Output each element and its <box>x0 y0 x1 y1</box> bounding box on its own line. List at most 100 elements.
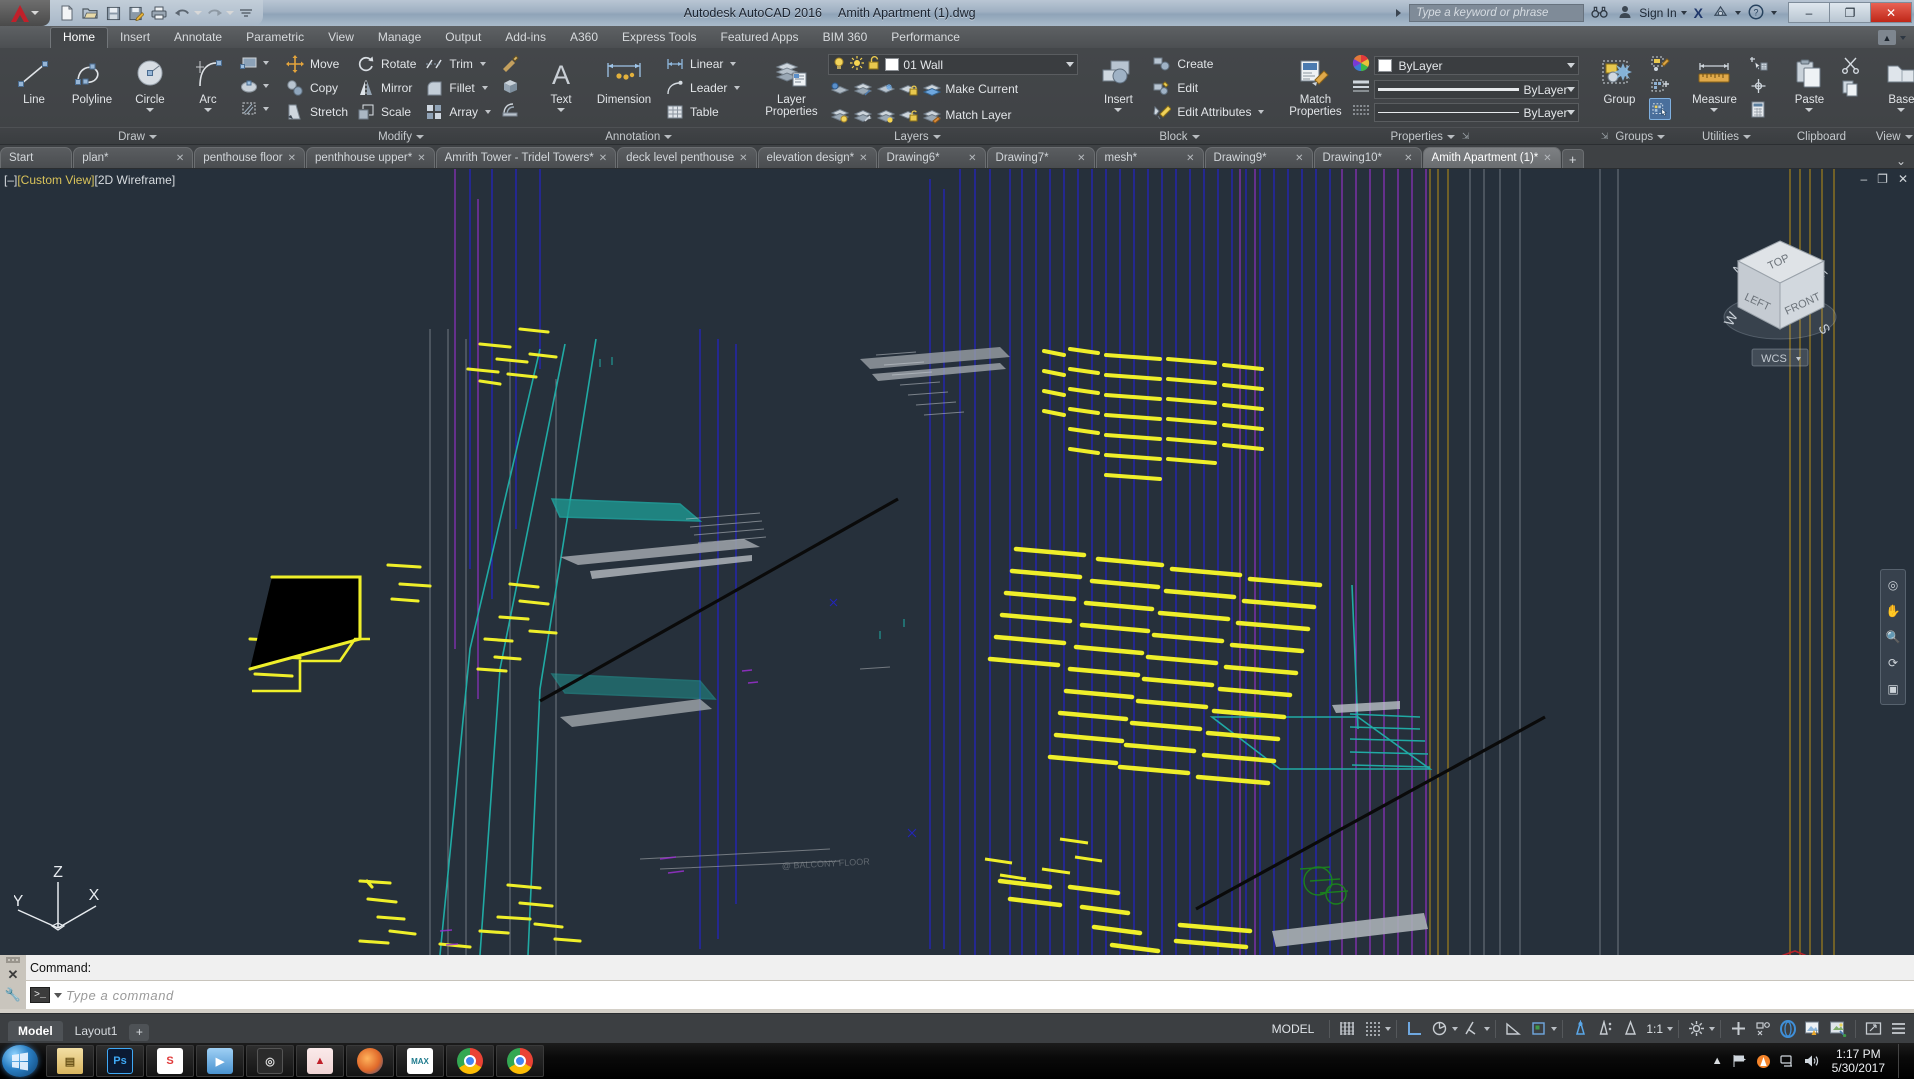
ribbon-tab-manage[interactable]: Manage <box>366 28 433 48</box>
model-paper-space-toggle[interactable]: MODEL <box>1262 1022 1325 1036</box>
group-button[interactable]: Group <box>1591 52 1647 106</box>
trim-dropdown-icon[interactable] <box>479 62 486 66</box>
doc-tab-drawing7[interactable]: Drawing7* ✕ <box>986 147 1095 168</box>
circle-button[interactable]: Circle <box>122 52 178 112</box>
taskbar-firefox[interactable] <box>346 1045 394 1077</box>
new-document-tab-button[interactable]: + <box>1561 149 1584 168</box>
viewport-close-icon[interactable]: ✕ <box>1898 172 1908 186</box>
new-layout-button[interactable]: + <box>129 1023 150 1041</box>
open-file-icon[interactable] <box>79 3 101 23</box>
viewport-nav-prefix[interactable]: [–] <box>4 173 17 187</box>
array-button[interactable]: Array <box>420 100 495 124</box>
hatch-dropdown-icon[interactable] <box>263 107 269 111</box>
layer-unlock-all-icon[interactable] <box>897 104 919 126</box>
polar-tracking-icon[interactable] <box>1427 1017 1451 1041</box>
cut-icon[interactable] <box>1839 54 1861 76</box>
linear-dimension-button[interactable]: Linear <box>661 52 744 76</box>
doc-tab-amrith-tower[interactable]: Amrith Tower - Tridel Towers* ✕ <box>435 147 617 168</box>
close-icon[interactable]: ✕ <box>1404 153 1412 164</box>
minimize-button[interactable]: – <box>1788 2 1830 23</box>
viewport-visual-style[interactable]: [2D Wireframe] <box>94 173 175 187</box>
help-dropdown-icon[interactable] <box>1771 11 1777 15</box>
panel-label-modify[interactable]: Modify <box>275 127 528 145</box>
osnap-dropdown-icon[interactable] <box>1551 1026 1558 1031</box>
taskbar-windows-explorer[interactable]: ▤ <box>46 1045 94 1077</box>
ortho-mode-icon[interactable] <box>1402 1017 1426 1041</box>
paste-dropdown-icon[interactable] <box>1805 108 1814 112</box>
help-icon[interactable]: ? <box>1745 4 1767 23</box>
taskbar-sketchup[interactable]: S <box>146 1045 194 1077</box>
exchange-apps-icon[interactable]: X <box>1691 5 1706 21</box>
close-icon[interactable]: ✕ <box>599 153 607 164</box>
base-dropdown-icon[interactable] <box>1897 108 1906 112</box>
volume-icon[interactable] <box>1804 1054 1819 1068</box>
ribbon-tab-insert[interactable]: Insert <box>108 28 162 48</box>
command-options-wrench-icon[interactable]: 🔧 <box>5 987 21 1003</box>
layout-tab-model[interactable]: Model <box>8 1020 63 1041</box>
undo-dropdown-icon[interactable] <box>194 11 202 15</box>
object-snap-tracking-icon[interactable] <box>1501 1017 1525 1041</box>
autoscale-annotations-icon[interactable] <box>1593 1017 1617 1041</box>
annotation-visibility-icon[interactable] <box>1568 1017 1592 1041</box>
viewport-minimize-icon[interactable]: – <box>1860 172 1867 186</box>
layer-color-swatch[interactable] <box>885 58 900 71</box>
taskbar-chrome-2[interactable] <box>496 1045 544 1077</box>
viewport-restore-icon[interactable]: ❐ <box>1877 172 1888 186</box>
a360-dropdown-icon[interactable] <box>1735 11 1741 15</box>
customize-qat-icon[interactable] <box>235 3 257 23</box>
view-cube[interactable]: N E W S TOP LEFT FRONT WCS <box>1718 231 1848 386</box>
doc-tab-deck-level-penthouse[interactable]: deck level penthouse ✕ <box>617 147 757 168</box>
drawing-recovery-icon[interactable]: ! <box>1801 1017 1825 1041</box>
customization-menu-icon[interactable] <box>1886 1017 1910 1041</box>
steering-wheel-icon[interactable]: ◎ <box>1884 576 1902 594</box>
close-icon[interactable]: ✕ <box>739 153 747 164</box>
close-icon[interactable]: ✕ <box>1186 153 1194 164</box>
command-history-dropdown-icon[interactable] <box>54 992 62 998</box>
match-layer-icon[interactable] <box>920 104 942 126</box>
close-icon[interactable]: ✕ <box>176 153 184 164</box>
3d-array-icon[interactable] <box>499 75 521 97</box>
move-button[interactable]: Move <box>281 52 352 76</box>
command-line-gripper[interactable]: ✕ 🔧 <box>0 955 26 1009</box>
trim-button[interactable]: Trim <box>420 52 495 76</box>
autodesk-360-icon[interactable] <box>1710 5 1731 21</box>
insert-block-button[interactable]: Insert <box>1090 52 1146 112</box>
linetype-combo-caret-icon[interactable] <box>1567 110 1576 115</box>
taskbar-clock[interactable]: 1:17 PM 5/30/2017 <box>1828 1047 1885 1075</box>
rotate-button[interactable]: Rotate <box>352 52 420 76</box>
snap-mode-icon[interactable] <box>1360 1017 1384 1041</box>
snap-dropdown-icon[interactable] <box>1385 1026 1392 1031</box>
properties-dialog-launcher-icon[interactable]: ⇲ <box>1462 131 1470 142</box>
ribbon-tab-output[interactable]: Output <box>433 28 493 48</box>
measure-button[interactable]: Measure <box>1683 52 1745 112</box>
leader-button[interactable]: Leader <box>661 76 744 100</box>
sign-in-button[interactable]: Sign In <box>1639 6 1676 20</box>
close-icon[interactable]: ✕ <box>288 153 296 164</box>
ribbon-tab-featured-apps[interactable]: Featured Apps <box>709 28 811 48</box>
scale-dropdown-icon[interactable] <box>1667 1026 1673 1031</box>
panel-label-utilities[interactable]: Utilities <box>1677 127 1776 145</box>
doc-tab-overflow-icon[interactable]: ⌄ <box>1888 154 1914 168</box>
layer-on-icon[interactable] <box>828 104 850 126</box>
block-create-button[interactable]: Create <box>1148 52 1268 76</box>
sign-in-dropdown-icon[interactable] <box>1680 11 1687 15</box>
point-id-icon[interactable] <box>1747 75 1769 97</box>
panel-label-annotation[interactable]: Annotation <box>527 127 751 145</box>
scale-button[interactable]: Scale <box>352 100 420 124</box>
text-dropdown-icon[interactable] <box>557 108 566 112</box>
ellipse-icon[interactable] <box>238 75 260 97</box>
taskbar-autocad[interactable]: ▲ <box>296 1045 344 1077</box>
panel-label-draw[interactable]: Draw <box>0 127 275 145</box>
layer-combo-caret-icon[interactable] <box>1066 62 1075 67</box>
base-view-button[interactable]: Base <box>1873 52 1914 112</box>
offset-icon[interactable] <box>499 98 521 120</box>
close-icon[interactable]: ✕ <box>859 153 867 164</box>
panel-label-layers[interactable]: Layers <box>750 127 1085 145</box>
workspace-switching-gear-icon[interactable] <box>1684 1017 1708 1041</box>
start-button[interactable] <box>2 1045 38 1077</box>
new-file-icon[interactable] <box>56 3 78 23</box>
line-button[interactable]: Line <box>6 52 62 106</box>
taskbar-camtasia[interactable]: ◎ <box>246 1045 294 1077</box>
close-icon[interactable]: ✕ <box>1077 153 1085 164</box>
layer-isolate-icon[interactable] <box>828 78 850 100</box>
